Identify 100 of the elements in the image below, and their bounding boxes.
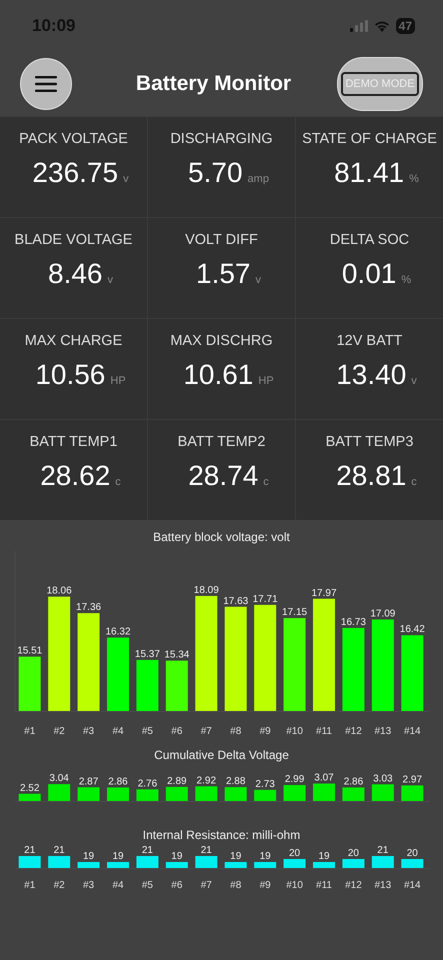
metric-label: MAX CHARGE <box>24 333 122 349</box>
metric-label: STATE OF CHARGE <box>302 131 437 147</box>
bar-value-label: 17.63 <box>223 596 248 607</box>
bar-value-label: 2.99 <box>284 774 304 786</box>
bar-value-label: 21 <box>142 845 153 856</box>
metric-label: BATT TEMP1 <box>30 434 118 450</box>
chart-bar <box>78 862 100 868</box>
bar-value-label: 20 <box>406 848 418 859</box>
metric-value: 5.70 <box>188 157 243 189</box>
bar-value-label: 19 <box>230 851 242 862</box>
axis-label: #7 <box>200 880 212 891</box>
chart-bar <box>136 856 158 868</box>
metric-value: 28.62 <box>40 460 110 492</box>
chart-bar <box>401 785 424 801</box>
metric-unit: c <box>115 476 121 488</box>
chart-title: Cumulative Delta Voltage <box>154 748 289 762</box>
chart-bar <box>313 784 335 801</box>
chart-bar <box>107 787 129 801</box>
chart-bar <box>18 656 41 711</box>
axis-label: #12 <box>345 880 362 891</box>
chart-bar <box>401 859 424 868</box>
bar-value-label: 20 <box>348 848 359 859</box>
bar-value-label: 21 <box>24 845 36 856</box>
metric-unit: c <box>411 476 417 488</box>
bar-value-label: 17.71 <box>252 594 278 605</box>
bar-value-label: 3.03 <box>373 773 393 784</box>
metric-value: 8.46 <box>48 258 102 290</box>
chart-bar <box>195 786 218 801</box>
metric-label: BATT TEMP2 <box>178 434 266 450</box>
axis-label: #4 <box>112 880 124 891</box>
chart-bar <box>313 862 335 868</box>
metric-value: 13.40 <box>336 359 406 391</box>
bar-value-label: 15.34 <box>164 650 190 661</box>
metric-unit: v <box>108 274 113 286</box>
wifi-icon <box>374 20 390 32</box>
chart-bar <box>254 790 276 801</box>
bar-value-label: 2.86 <box>108 776 128 788</box>
axis-label: #11 <box>316 880 332 891</box>
bar-value-label: 2.86 <box>344 776 364 788</box>
axis-label: #14 <box>404 880 421 891</box>
bar-value-label: 19 <box>260 851 271 862</box>
axis-label: #6 <box>171 880 182 891</box>
bar-value-label: 20 <box>289 848 300 859</box>
bar-value-label: 19 <box>171 851 182 862</box>
axis-label: #4 <box>112 726 124 737</box>
axis-label: #12 <box>345 726 362 737</box>
metric-unit: % <box>401 274 412 286</box>
bar-value-label: 3.04 <box>49 773 69 784</box>
metric-unit: v <box>123 173 129 185</box>
chart-bar <box>166 786 188 801</box>
chart-bar <box>372 856 394 868</box>
chart-bar <box>166 862 188 868</box>
metric-value: 81.41 <box>334 157 404 189</box>
metric-value: 10.56 <box>35 359 106 391</box>
axis-label: #6 <box>171 726 182 737</box>
metric-unit: HP <box>258 375 274 387</box>
metric-label: PACK VOLTAGE <box>19 131 128 147</box>
chart-bar <box>166 660 188 711</box>
chart-bar <box>48 856 70 868</box>
bar-value-label: 21 <box>200 845 212 856</box>
metric-value: 28.81 <box>336 460 406 492</box>
bar-value-label: 2.73 <box>255 778 275 790</box>
bar-value-label: 2.89 <box>167 776 187 787</box>
bar-value-label: 2.97 <box>402 774 422 786</box>
metric-unit: % <box>409 173 419 185</box>
axis-label: #3 <box>83 880 94 891</box>
chart-bar <box>254 862 276 868</box>
metric-unit: v <box>411 375 417 387</box>
bar-value-label: 18.06 <box>46 586 72 597</box>
axis-label: #5 <box>142 726 153 737</box>
metric-label: MAX DISCHRG <box>170 333 273 349</box>
menu-button[interactable] <box>20 58 72 110</box>
bar-value-label: 15.37 <box>134 648 160 660</box>
bar-value-label: 2.87 <box>78 776 98 788</box>
chart-bar <box>78 787 100 801</box>
chart-bar <box>342 859 364 868</box>
axis-label: #13 <box>374 726 392 737</box>
bar-value-label: 21 <box>54 845 65 856</box>
menu-icon <box>35 76 57 92</box>
chart-bar <box>224 862 247 868</box>
metric-label: VOLT DIFF <box>185 232 258 248</box>
axis-label: #13 <box>374 880 392 891</box>
metric-value: 236.75 <box>32 157 118 189</box>
axis-label: #11 <box>316 726 332 737</box>
metric-unit: amp <box>248 173 269 185</box>
bar-value-label: 19 <box>318 851 330 862</box>
axis-label: #1 <box>24 880 36 891</box>
axis-label: #8 <box>230 880 242 891</box>
chart-bar <box>48 784 70 801</box>
bar-value-label: 2.92 <box>196 775 216 786</box>
metric-label: BLADE VOLTAGE <box>14 232 132 248</box>
metric-value: 10.61 <box>183 359 254 391</box>
axis-label: #9 <box>260 726 271 737</box>
axis-label: #8 <box>230 726 242 737</box>
bar-value-label: 16.42 <box>400 624 425 636</box>
battery-indicator: 47 <box>396 18 415 34</box>
chart-bar <box>372 784 394 801</box>
bar-value-label: 17.36 <box>76 602 102 614</box>
chart-bar <box>107 862 129 868</box>
axis-label: #5 <box>142 880 153 891</box>
